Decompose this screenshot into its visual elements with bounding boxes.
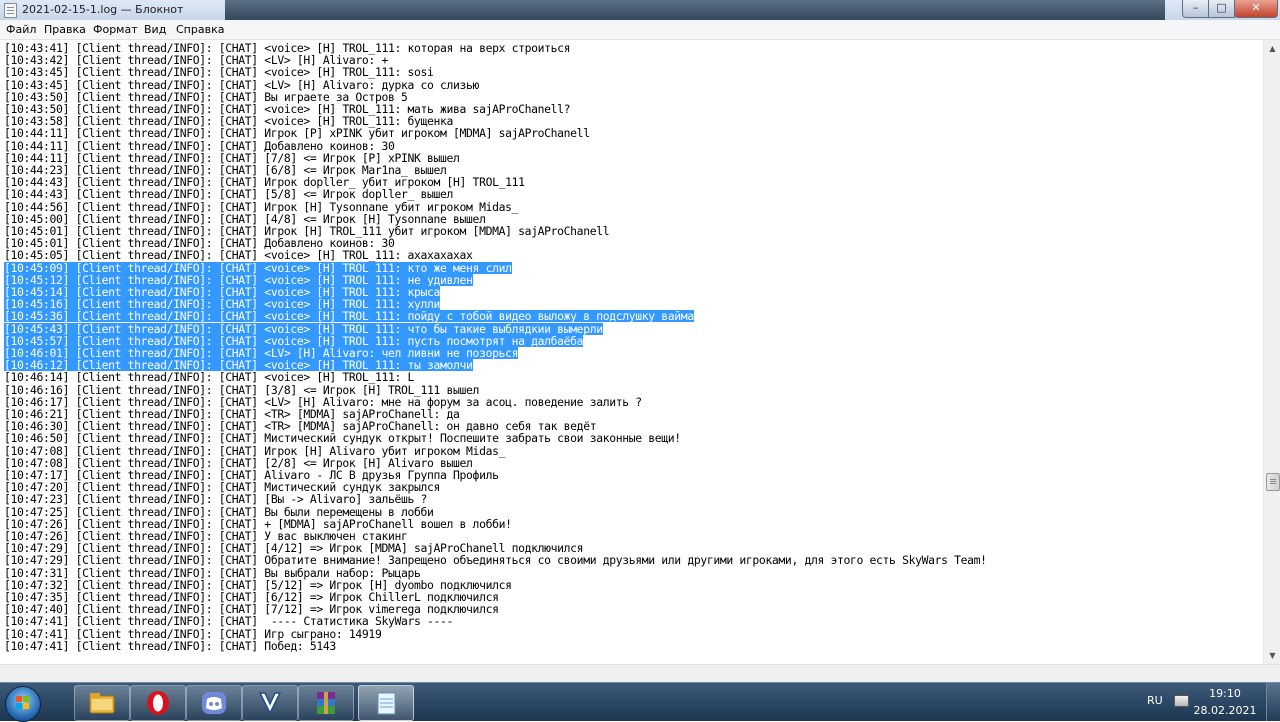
menu-help[interactable]: Справка xyxy=(176,23,224,36)
log-line: [10:43:58] [Client thread/INFO]: [CHAT] … xyxy=(4,114,454,129)
taskbar-discord-button[interactable] xyxy=(186,685,242,721)
log-line: [10:44:11] [Client thread/INFO]: [CHAT] … xyxy=(4,150,460,165)
start-button[interactable] xyxy=(5,686,41,722)
menu-view[interactable]: Вид xyxy=(144,23,166,36)
log-line: [10:44:11] [Client thread/INFO]: [CHAT] … xyxy=(4,126,590,141)
text-editor[interactable]: [10:43:41] [Client thread/INFO]: [CHAT] … xyxy=(0,40,1263,664)
log-line: [10:46:21] [Client thread/INFO]: [CHAT] … xyxy=(4,407,460,421)
maximize-button[interactable]: □ xyxy=(1208,0,1235,18)
menu-edit[interactable]: Правка xyxy=(44,23,86,36)
scrollbar-thumb[interactable] xyxy=(1266,473,1280,491)
log-line: [10:43:50] [Client thread/INFO]: [CHAT] … xyxy=(4,102,571,116)
log-line: [10:43:45] [Client thread/INFO]: [CHAT] … xyxy=(4,65,434,80)
log-line: [10:45:14] [Client thread/INFO]: [CHAT] … xyxy=(4,285,441,299)
minimize-button[interactable]: – xyxy=(1182,0,1209,18)
title-bar-background xyxy=(225,0,1165,20)
winrar-icon xyxy=(317,692,335,714)
log-line: [10:47:32] [Client thread/INFO]: [CHAT] … xyxy=(4,577,512,592)
log-line: [10:44:23] [Client thread/INFO]: [CHAT] … xyxy=(4,163,447,177)
window-title: 2021-02-15-1.log — Блокнот xyxy=(22,3,184,16)
vertical-scrollbar[interactable]: ▲ ▼ xyxy=(1263,40,1280,664)
discord-icon xyxy=(202,692,226,714)
log-line: [10:47:08] [Client thread/INFO]: [CHAT] … xyxy=(4,443,506,458)
log-line: [10:46:14] [Client thread/INFO]: [CHAT] … xyxy=(4,370,414,385)
log-line: [10:47:25] [Client thread/INFO]: [CHAT] … xyxy=(4,504,434,519)
taskbar-vimeworld-button[interactable] xyxy=(242,685,298,721)
log-line: [10:44:43] [Client thread/INFO]: [CHAT] … xyxy=(4,175,525,190)
log-line: [10:47:29] [Client thread/INFO]: [CHAT] … xyxy=(4,541,584,556)
close-button[interactable]: ✕ xyxy=(1234,0,1278,18)
log-line: [10:45:36] [Client thread/INFO]: [CHAT] … xyxy=(4,309,694,324)
menu-bar: Файл Правка Формат Вид Справка xyxy=(0,20,1280,40)
menu-file[interactable]: Файл xyxy=(6,23,36,36)
taskbar: RU 19:10 28.02.2021 xyxy=(0,682,1280,722)
log-line: [10:47:23] [Client thread/INFO]: [CHAT] … xyxy=(4,492,428,507)
clock[interactable]: 19:10 28.02.2021 xyxy=(1190,687,1260,718)
log-line: [10:45:43] [Client thread/INFO]: [CHAT] … xyxy=(4,321,603,336)
log-line: [10:45:01] [Client thread/INFO]: [CHAT] … xyxy=(4,224,610,238)
log-line: [10:43:50] [Client thread/INFO]: [CHAT] … xyxy=(4,89,408,104)
bottom-strip xyxy=(0,664,1280,683)
taskbar-opera-button[interactable] xyxy=(130,685,186,721)
log-line: [10:47:41] [Client thread/INFO]: [CHAT] … xyxy=(4,614,454,629)
log-line: [10:47:17] [Client thread/INFO]: [CHAT] … xyxy=(4,468,499,482)
log-line: [10:46:30] [Client thread/INFO]: [CHAT] … xyxy=(4,419,597,434)
log-line: [10:47:41] [Client thread/INFO]: [CHAT] … xyxy=(4,638,336,653)
log-line: [10:47:08] [Client thread/INFO]: [CHAT] … xyxy=(4,455,473,470)
explorer-icon xyxy=(89,693,115,714)
log-line: [10:43:41] [Client thread/INFO]: [CHAT] … xyxy=(4,41,571,55)
scroll-up-arrow-icon[interactable]: ▲ xyxy=(1264,40,1280,57)
log-line: [10:44:56] [Client thread/INFO]: [CHAT] … xyxy=(4,199,519,214)
log-line: [10:45:00] [Client thread/INFO]: [CHAT] … xyxy=(4,211,486,226)
log-line: [10:47:40] [Client thread/INFO]: [CHAT] … xyxy=(4,602,499,617)
log-line: [10:47:41] [Client thread/INFO]: [CHAT] … xyxy=(4,626,382,641)
menu-format[interactable]: Формат xyxy=(93,23,138,36)
taskbar-winrar-button[interactable] xyxy=(298,685,354,721)
log-line: [10:47:26] [Client thread/INFO]: [CHAT] … xyxy=(4,529,408,543)
vimeworld-icon xyxy=(258,692,282,715)
log-line: [10:46:17] [Client thread/INFO]: [CHAT] … xyxy=(4,394,642,409)
log-line: [10:44:43] [Client thread/INFO]: [CHAT] … xyxy=(4,187,454,202)
log-line: [10:45:01] [Client thread/INFO]: [CHAT] … xyxy=(4,236,395,251)
log-line: [10:43:42] [Client thread/INFO]: [CHAT] … xyxy=(4,53,388,68)
log-line: [10:43:45] [Client thread/INFO]: [CHAT] … xyxy=(4,77,480,92)
network-icon[interactable] xyxy=(1174,695,1189,707)
notepad-app-icon xyxy=(4,3,17,18)
log-line: [10:45:09] [Client thread/INFO]: [CHAT] … xyxy=(4,260,512,275)
log-line: [10:46:01] [Client thread/INFO]: [CHAT] … xyxy=(4,346,519,360)
log-line: [10:47:20] [Client thread/INFO]: [CHAT] … xyxy=(4,480,441,495)
log-line: [10:46:12] [Client thread/INFO]: [CHAT] … xyxy=(4,358,473,373)
log-line: [10:47:31] [Client thread/INFO]: [CHAT] … xyxy=(4,565,421,580)
notepad-icon xyxy=(377,692,396,715)
log-line: [10:47:29] [Client thread/INFO]: [CHAT] … xyxy=(4,553,987,568)
clock-date: 28.02.2021 xyxy=(1193,704,1257,717)
log-line: [10:46:50] [Client thread/INFO]: [CHAT] … xyxy=(4,431,681,446)
log-line: [10:47:26] [Client thread/INFO]: [CHAT] … xyxy=(4,516,512,531)
taskbar-notepad-button[interactable] xyxy=(358,685,414,721)
opera-icon xyxy=(147,691,169,715)
log-line: [10:45:16] [Client thread/INFO]: [CHAT] … xyxy=(4,297,441,312)
title-bar[interactable]: 2021-02-15-1.log — Блокнот – □ ✕ xyxy=(0,0,1280,21)
windows-logo-icon xyxy=(16,696,30,710)
clock-time: 19:10 xyxy=(1209,687,1241,700)
log-line: [10:47:35] [Client thread/INFO]: [CHAT] … xyxy=(4,590,499,604)
log-line: [10:46:16] [Client thread/INFO]: [CHAT] … xyxy=(4,382,480,397)
log-line: [10:45:57] [Client thread/INFO]: [CHAT] … xyxy=(4,333,584,348)
taskbar-explorer-button[interactable] xyxy=(74,685,130,721)
log-line: [10:45:05] [Client thread/INFO]: [CHAT] … xyxy=(4,248,473,263)
scroll-down-arrow-icon[interactable]: ▼ xyxy=(1264,647,1280,664)
log-line: [10:44:11] [Client thread/INFO]: [CHAT] … xyxy=(4,138,395,153)
show-desktop-button[interactable] xyxy=(1266,683,1280,721)
log-line: [10:45:12] [Client thread/INFO]: [CHAT] … xyxy=(4,272,473,287)
language-indicator[interactable]: RU xyxy=(1147,694,1163,707)
